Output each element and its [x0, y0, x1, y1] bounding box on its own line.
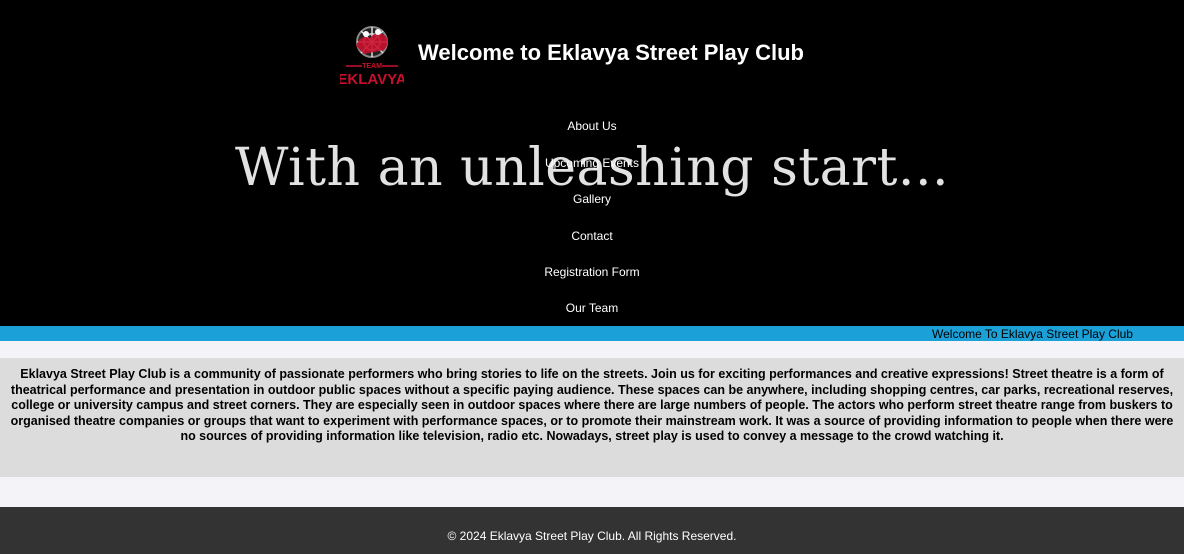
- nav-upcoming-events[interactable]: Upcoming Events: [0, 156, 1184, 170]
- copyright-text: © 2024 Eklavya Street Play Club. All Rig…: [447, 529, 737, 543]
- nav-about-us[interactable]: About Us: [0, 119, 1184, 133]
- nav-our-team[interactable]: Our Team: [0, 301, 1184, 315]
- nav-registration-form[interactable]: Registration Form: [0, 265, 1184, 279]
- intro-section: Eklavya Street Play Club is a community …: [0, 358, 1184, 477]
- welcome-marquee: Welcome To Eklavya Street Play Club: [0, 326, 1184, 341]
- site-header: TEAM EKLAVYA Welcome to Eklavya Street P…: [0, 0, 1184, 326]
- main-nav: About Us Upcoming Events Gallery Contact…: [0, 0, 1184, 326]
- site-footer: © 2024 Eklavya Street Play Club. All Rig…: [0, 507, 1184, 554]
- marquee-text: Welcome To Eklavya Street Play Club: [932, 327, 1133, 341]
- nav-contact[interactable]: Contact: [0, 229, 1184, 243]
- intro-text: Eklavya Street Play Club is a community …: [10, 367, 1174, 444]
- nav-gallery[interactable]: Gallery: [0, 192, 1184, 206]
